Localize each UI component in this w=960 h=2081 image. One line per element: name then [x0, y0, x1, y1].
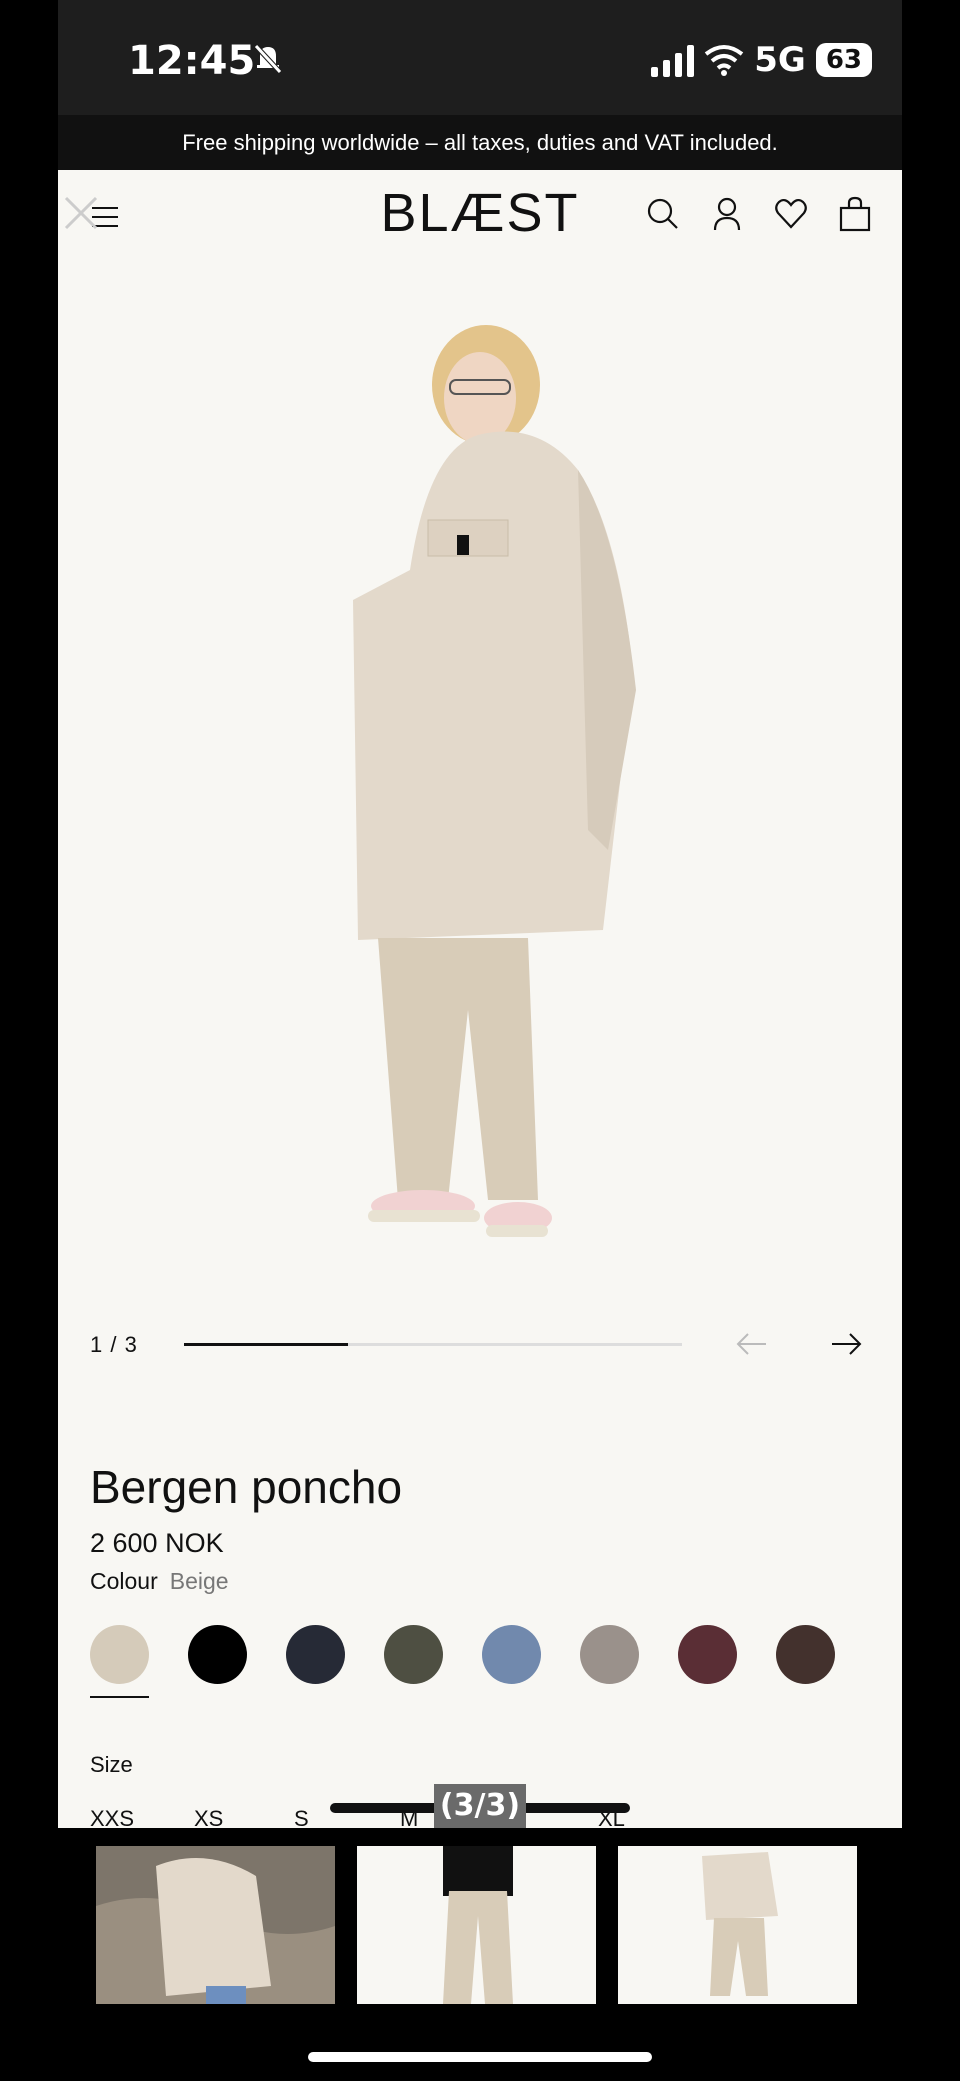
shopping-bag-icon[interactable] [838, 196, 872, 232]
signal-icon [651, 43, 695, 77]
image-counter: 1 / 3 [90, 1332, 138, 1357]
colour-swatch[interactable] [678, 1625, 737, 1684]
colour-swatch[interactable] [188, 1625, 247, 1684]
gallery-thumbnails [96, 1846, 857, 2004]
size-option[interactable]: S [294, 1806, 309, 1828]
size-label: Size [90, 1752, 133, 1777]
announcement-bar: Free shipping worldwide – all taxes, dut… [58, 115, 902, 170]
wifi-icon [705, 45, 744, 76]
home-indicator[interactable] [308, 2052, 652, 2062]
gallery-counter: (3/3) [434, 1784, 526, 1828]
product-price: 2 600 NOK [90, 1528, 224, 1558]
colour-swatch[interactable] [384, 1625, 443, 1684]
gallery-thumbnail[interactable] [96, 1846, 335, 2004]
status-indicators: 5G 63 [651, 40, 872, 80]
image-carousel-controls: 1 / 3 [58, 1320, 902, 1370]
size-option[interactable]: XXS [90, 1806, 134, 1828]
status-bar: 12:45 5G 63 [58, 0, 902, 115]
colour-swatch[interactable] [286, 1625, 345, 1684]
colour-row: Colour Beige [90, 1568, 229, 1595]
colour-value: Beige [169, 1568, 229, 1594]
colour-swatch[interactable] [90, 1625, 149, 1698]
colour-swatch[interactable] [580, 1625, 639, 1684]
carousel-progress-fill [184, 1343, 349, 1346]
colour-swatch[interactable] [482, 1625, 541, 1684]
search-icon[interactable] [646, 196, 680, 232]
gallery-thumbnail[interactable] [357, 1846, 596, 2004]
colour-label: Colour [90, 1568, 158, 1594]
status-time: 12:45 [128, 38, 256, 84]
product-title: Bergen poncho [90, 1461, 403, 1513]
network-type: 5G [754, 40, 806, 80]
colour-swatches [90, 1625, 835, 1698]
wishlist-heart-icon[interactable] [774, 196, 808, 232]
size-option[interactable]: XS [194, 1806, 223, 1828]
site-header: BLÆST [58, 170, 902, 260]
product-image[interactable] [58, 270, 902, 1440]
account-icon[interactable] [710, 196, 744, 232]
gallery-thumbnail[interactable] [618, 1846, 857, 2004]
product-page: BLÆST 1 / 3 Bergen poncho 2 600 NOK Colo… [58, 170, 902, 1828]
carousel-progress [184, 1343, 682, 1346]
arrow-right-icon[interactable] [828, 1326, 864, 1362]
arrow-left-icon[interactable] [734, 1326, 770, 1362]
bell-muted-icon [254, 44, 282, 74]
header-actions [646, 196, 872, 232]
battery-level: 63 [815, 43, 872, 77]
colour-swatch[interactable] [776, 1625, 835, 1684]
